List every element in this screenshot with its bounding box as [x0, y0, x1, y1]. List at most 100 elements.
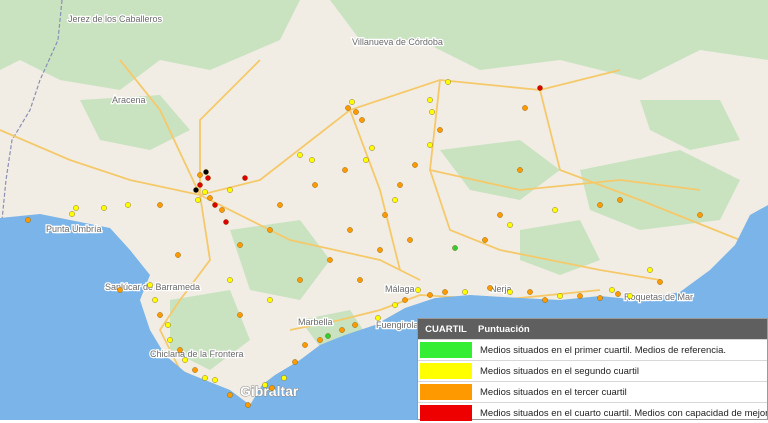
media-marker[interactable] [177, 347, 183, 353]
media-marker[interactable] [73, 205, 79, 211]
media-marker[interactable] [429, 109, 435, 115]
media-marker[interactable] [339, 327, 345, 333]
media-marker[interactable] [517, 167, 523, 173]
media-marker[interactable] [223, 219, 229, 225]
media-marker[interactable] [597, 295, 603, 301]
media-marker[interactable] [507, 289, 513, 295]
media-marker[interactable] [552, 207, 558, 213]
media-marker[interactable] [382, 212, 388, 218]
media-marker[interactable] [227, 392, 233, 398]
media-marker[interactable] [345, 105, 351, 111]
media-marker[interactable] [377, 247, 383, 253]
media-marker[interactable] [542, 297, 548, 303]
media-marker[interactable] [197, 172, 203, 178]
media-marker[interactable] [352, 322, 358, 328]
media-marker[interactable] [577, 293, 583, 299]
media-marker[interactable] [237, 242, 243, 248]
media-marker[interactable] [147, 282, 153, 288]
media-marker[interactable] [617, 197, 623, 203]
media-marker[interactable] [237, 312, 243, 318]
media-marker[interactable] [212, 202, 218, 208]
media-marker[interactable] [267, 297, 273, 303]
media-marker[interactable] [597, 202, 603, 208]
media-marker[interactable] [325, 333, 331, 339]
media-marker[interactable] [175, 252, 181, 258]
media-marker[interactable] [557, 293, 563, 299]
media-marker[interactable] [203, 169, 209, 175]
media-marker[interactable] [302, 342, 308, 348]
media-marker[interactable] [245, 402, 251, 408]
media-marker[interactable] [317, 337, 323, 343]
media-marker[interactable] [192, 367, 198, 373]
media-marker[interactable] [312, 182, 318, 188]
media-marker[interactable] [202, 375, 208, 381]
media-marker[interactable] [442, 289, 448, 295]
media-marker[interactable] [427, 97, 433, 103]
media-marker[interactable] [309, 157, 315, 163]
media-marker[interactable] [297, 152, 303, 158]
media-marker[interactable] [167, 337, 173, 343]
media-marker[interactable] [487, 285, 493, 291]
media-marker[interactable] [415, 287, 421, 293]
media-marker[interactable] [292, 359, 298, 365]
media-marker[interactable] [202, 189, 208, 195]
media-marker[interactable] [349, 99, 355, 105]
media-marker[interactable] [193, 187, 199, 193]
media-marker[interactable] [697, 212, 703, 218]
media-marker[interactable] [357, 277, 363, 283]
media-marker[interactable] [497, 212, 503, 218]
media-marker[interactable] [412, 162, 418, 168]
media-marker[interactable] [281, 375, 287, 381]
media-marker[interactable] [157, 312, 163, 318]
media-marker[interactable] [375, 315, 381, 321]
media-marker[interactable] [157, 202, 163, 208]
media-marker[interactable] [117, 287, 123, 293]
media-marker[interactable] [392, 302, 398, 308]
media-marker[interactable] [342, 167, 348, 173]
media-marker[interactable] [437, 127, 443, 133]
media-marker[interactable] [527, 289, 533, 295]
media-marker[interactable] [262, 382, 268, 388]
media-marker[interactable] [353, 109, 359, 115]
media-marker[interactable] [647, 267, 653, 273]
media-marker[interactable] [407, 237, 413, 243]
media-marker[interactable] [277, 202, 283, 208]
media-marker[interactable] [445, 79, 451, 85]
media-marker[interactable] [359, 117, 365, 123]
media-marker[interactable] [242, 175, 248, 181]
media-marker[interactable] [101, 205, 107, 211]
media-marker[interactable] [609, 287, 615, 293]
media-marker[interactable] [297, 277, 303, 283]
media-marker[interactable] [327, 257, 333, 263]
media-marker[interactable] [219, 207, 225, 213]
media-marker[interactable] [197, 182, 203, 188]
media-marker[interactable] [392, 197, 398, 203]
media-marker[interactable] [347, 227, 353, 233]
media-marker[interactable] [212, 377, 218, 383]
media-marker[interactable] [427, 292, 433, 298]
media-marker[interactable] [207, 195, 213, 201]
media-marker[interactable] [397, 182, 403, 188]
media-marker[interactable] [205, 175, 211, 181]
media-marker[interactable] [615, 291, 621, 297]
media-marker[interactable] [267, 227, 273, 233]
media-marker[interactable] [69, 211, 75, 217]
media-marker[interactable] [482, 237, 488, 243]
media-marker[interactable] [537, 85, 543, 91]
media-marker[interactable] [227, 187, 233, 193]
media-marker[interactable] [152, 297, 158, 303]
media-marker[interactable] [657, 279, 663, 285]
media-marker[interactable] [165, 322, 171, 328]
media-marker[interactable] [627, 293, 633, 299]
media-marker[interactable] [25, 217, 31, 223]
media-marker[interactable] [427, 142, 433, 148]
media-marker[interactable] [227, 277, 233, 283]
media-marker[interactable] [522, 105, 528, 111]
media-marker[interactable] [462, 289, 468, 295]
media-marker[interactable] [507, 222, 513, 228]
media-marker[interactable] [369, 145, 375, 151]
media-marker[interactable] [125, 202, 131, 208]
media-marker[interactable] [363, 157, 369, 163]
media-marker[interactable] [195, 197, 201, 203]
media-marker[interactable] [269, 385, 275, 391]
